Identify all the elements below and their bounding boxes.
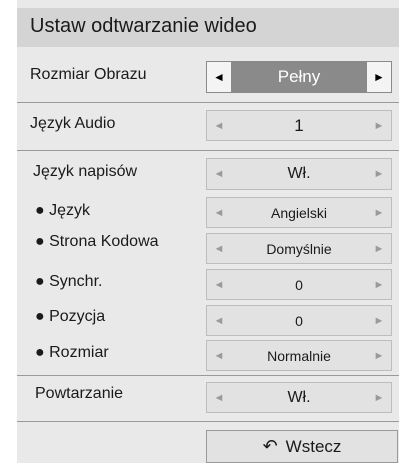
left-arrow-icon[interactable]: ◄ (207, 159, 231, 189)
selector-value: Wł. (287, 165, 311, 182)
left-arrow-icon[interactable]: ◄ (207, 270, 231, 299)
label-jezyk-audio: Język Audio (30, 115, 116, 132)
label-jezyk: ● Język (35, 202, 91, 219)
back-icon: ↶ (262, 436, 278, 456)
divider (17, 102, 399, 103)
back-button[interactable]: ↶ Wstecz (206, 430, 398, 463)
selector-value: 0 (295, 276, 303, 293)
label-synchr: ● Synchr. (35, 273, 103, 290)
label-powtarzanie: Powtarzanie (35, 385, 124, 402)
divider (17, 150, 399, 151)
left-arrow-icon[interactable]: ◄ (207, 62, 231, 92)
divider (17, 375, 399, 376)
selector-value: 0 (295, 312, 303, 329)
selector-rozmiar[interactable]: ◄ Normalnie ► (206, 340, 392, 371)
right-arrow-icon[interactable]: ► (367, 234, 391, 263)
right-arrow-icon[interactable]: ► (367, 198, 391, 227)
left-arrow-icon[interactable]: ◄ (207, 341, 231, 370)
right-arrow-icon[interactable]: ► (367, 383, 391, 412)
selector-jezyk-audio[interactable]: ◄ 1 ► (206, 110, 392, 141)
right-arrow-icon[interactable]: ► (367, 306, 391, 335)
selector-value: Pełny (231, 62, 367, 92)
selector-value: Wł. (287, 388, 311, 406)
left-arrow-icon[interactable]: ◄ (207, 383, 231, 412)
page-title: Ustaw odtwarzanie wideo (30, 15, 257, 37)
selector-jezyk[interactable]: ◄ Angielski ► (206, 197, 392, 228)
right-arrow-icon[interactable]: ► (367, 159, 391, 189)
selector-rozmiar-obrazu[interactable]: ◄ Pełny ► (206, 61, 392, 93)
back-label: Wstecz (285, 436, 342, 456)
label-jezyk-napisow: Język napisów (33, 163, 138, 180)
selector-jezyk-napisow[interactable]: ◄ Wł. ► (206, 158, 392, 190)
selector-value: Normalnie (267, 347, 331, 364)
right-arrow-icon[interactable]: ► (367, 341, 391, 370)
label-strona-kodowa: ● Strona Kodowa (35, 233, 159, 250)
left-arrow-icon[interactable]: ◄ (207, 198, 231, 227)
selector-value: Domyślnie (266, 240, 332, 257)
selector-value: 1 (294, 115, 304, 135)
selector-value: Angielski (270, 204, 328, 221)
selector-strona-kodowa[interactable]: ◄ Domyślnie ► (206, 233, 392, 264)
left-arrow-icon[interactable]: ◄ (207, 306, 231, 335)
right-arrow-icon[interactable]: ► (367, 111, 391, 140)
divider (17, 421, 399, 422)
title-bar: Ustaw odtwarzanie wideo (17, 8, 399, 47)
label-rozmiar-obrazu: Rozmiar Obrazu (30, 66, 147, 83)
label-pozycja: ● Pozycja (35, 308, 106, 325)
selector-powtarzanie[interactable]: ◄ Wł. ► (206, 382, 392, 413)
left-arrow-icon[interactable]: ◄ (207, 111, 231, 140)
right-arrow-icon[interactable]: ► (367, 62, 391, 92)
left-arrow-icon[interactable]: ◄ (207, 234, 231, 263)
label-rozmiar: ● Rozmiar (35, 344, 109, 361)
right-arrow-icon[interactable]: ► (367, 270, 391, 299)
selector-synchr[interactable]: ◄ 0 ► (206, 269, 392, 300)
selector-pozycja[interactable]: ◄ 0 ► (206, 305, 392, 336)
